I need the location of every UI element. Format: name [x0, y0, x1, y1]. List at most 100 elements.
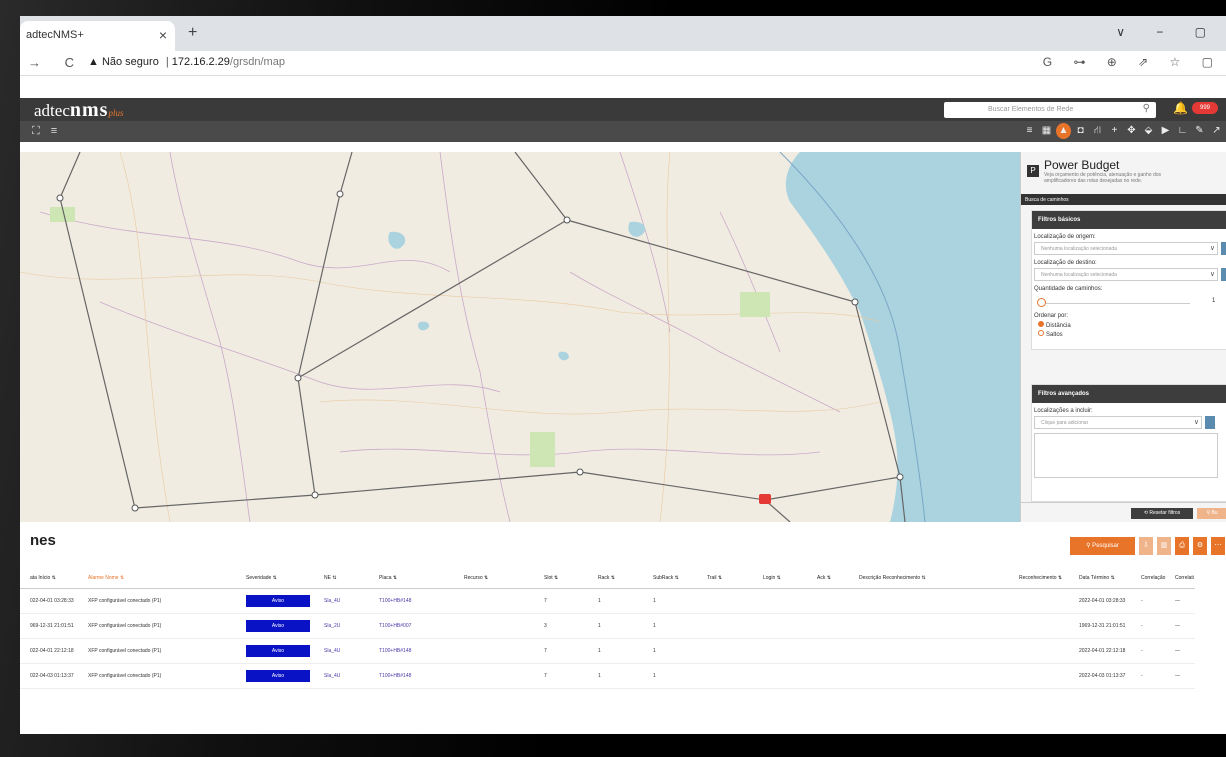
toolbar-button-1[interactable]: ▦: [1039, 123, 1054, 139]
route-nodes[interactable]: [56, 190, 904, 512]
toolbar-button-3[interactable]: ◘: [1073, 123, 1088, 139]
toolbar-button-10[interactable]: ✎: [1192, 123, 1207, 139]
reservoirs: [388, 221, 646, 361]
toolbar-button-8[interactable]: ▶: [1158, 123, 1173, 139]
table-cell-link[interactable]: Sla_2U: [324, 613, 379, 639]
panel-footer: ⟲ Resetar filtros ⚲ Bu: [1021, 502, 1226, 522]
table-cell-link[interactable]: Sla_4U: [324, 663, 379, 689]
table-cell: 022-04-01 03:28:33: [20, 588, 88, 614]
radio-unselected[interactable]: [1038, 330, 1044, 336]
alarms-search-button[interactable]: ⚲ Pesquisar: [1070, 537, 1135, 555]
include-select[interactable]: Clique para adicionar ∨: [1034, 416, 1215, 429]
print-icon[interactable]: ⎙: [1175, 537, 1189, 555]
alarm-badge[interactable]: 999: [1192, 102, 1218, 114]
toolbar-button-9[interactable]: ∟: [1175, 123, 1190, 139]
close-icon[interactable]: ×: [159, 27, 167, 43]
tab-title: adtecNMS+: [26, 29, 84, 41]
include-list-button[interactable]: [1205, 416, 1215, 429]
radio-selected[interactable]: [1038, 321, 1044, 327]
column-header[interactable]: Rack ⇅: [598, 568, 653, 589]
table-cell: 3: [544, 613, 598, 639]
destination-select[interactable]: Nenhuma localização selecionada ∨: [1034, 268, 1226, 281]
table-cell: —: [1175, 638, 1195, 664]
order-option-hops[interactable]: Saltos: [1038, 330, 1226, 339]
origin-select[interactable]: Nenhuma localização selecionada ∨: [1034, 242, 1226, 255]
table-cell-link[interactable]: Sla_4U: [324, 588, 379, 614]
dest-map-button[interactable]: [1221, 268, 1226, 281]
columns-icon[interactable]: ▥: [1157, 537, 1171, 555]
bell-icon[interactable]: 🔔: [1173, 101, 1188, 115]
url-field[interactable]: ▲ Não seguro | 172.16.2.29/grsdn/map: [88, 56, 285, 68]
network-element-search[interactable]: Buscar Elementos de Rede ⚲: [944, 102, 1156, 118]
included-locations-list[interactable]: [1034, 433, 1218, 478]
column-header[interactable]: Descrição Reconhecimento ⇅: [859, 568, 1019, 589]
column-header[interactable]: Alarme Nome ⇅: [88, 568, 246, 589]
toolbar-button-6[interactable]: ✥: [1124, 123, 1139, 139]
column-header[interactable]: Ack ⇅: [817, 568, 859, 589]
toolbar-button-0[interactable]: ≡: [1022, 123, 1037, 139]
column-header[interactable]: NE ⇅: [324, 568, 379, 589]
slider-knob[interactable]: [1037, 298, 1046, 307]
column-header[interactable]: Recurso ⇅: [464, 568, 544, 589]
column-header[interactable]: Correlati: [1175, 568, 1195, 589]
browser-toolbar-icons[interactable]: G ⊶ ⊕ ⇗ ☆ ▢: [1043, 55, 1222, 69]
table-cell-link[interactable]: T100+HB#148: [379, 638, 464, 664]
map-svg[interactable]: [20, 152, 1020, 522]
table-cell: XFP configurável conectado (P1): [88, 613, 246, 639]
new-tab-icon[interactable]: +: [188, 24, 197, 42]
origin-placeholder: Nenhuma localização selecionada: [1041, 246, 1117, 252]
column-header[interactable]: Placa ⇅: [379, 568, 464, 589]
column-header[interactable]: Trail ⇅: [707, 568, 763, 589]
column-header[interactable]: Login ⇅: [763, 568, 817, 589]
alarms-table-header: ata Início ⇅ Alarme Nome ⇅ Severidade ⇅ NE …: [20, 568, 1195, 589]
window-controls[interactable]: ∨ − ▢: [1116, 25, 1220, 39]
table-cell: -: [1141, 588, 1175, 614]
table-cell-link[interactable]: T100+HB#148: [379, 588, 464, 614]
toolbar-button-11[interactable]: ↗: [1209, 123, 1224, 139]
toolbar-button-7[interactable]: ⬙: [1141, 123, 1156, 139]
table-cell: 1: [598, 588, 653, 614]
power-budget-panel: P Power Budget Veja orçamento de potênci…: [1020, 152, 1226, 522]
section-path-search[interactable]: Busca de caminhos: [1021, 194, 1226, 205]
column-header[interactable]: Correlação: [1141, 568, 1175, 589]
table-row[interactable]: 022-04-01 22:12:18 XFP configurável conec…: [20, 638, 1195, 664]
table-cell: [1019, 638, 1079, 664]
search-icon[interactable]: ⚲: [1143, 103, 1150, 114]
alarm-node-icon[interactable]: [759, 494, 771, 504]
table-row[interactable]: 022-04-01 03:28:33 XFP configurável conec…: [20, 588, 1195, 614]
origin-map-button[interactable]: [1221, 242, 1226, 255]
settings-icon[interactable]: ⚙: [1193, 537, 1207, 555]
toolbar-button-5[interactable]: +: [1107, 123, 1122, 139]
fiber-routes[interactable]: [59, 152, 906, 522]
basic-filters-title[interactable]: Filtros básicos: [1032, 211, 1226, 229]
browser-tab[interactable]: adtecNMS+ ×: [20, 21, 175, 51]
column-header[interactable]: Reconhecimento ⇅: [1019, 568, 1079, 589]
network-map[interactable]: [20, 152, 1020, 522]
nav-buttons[interactable]: → C: [28, 55, 84, 70]
advanced-filters-title[interactable]: Filtros avançados: [1032, 385, 1226, 403]
order-option-distance[interactable]: Distância: [1038, 321, 1226, 330]
paths-slider[interactable]: [1037, 296, 1190, 307]
chevron-down-icon[interactable]: ∨: [1194, 418, 1199, 426]
table-cell-link[interactable]: T100+HB#148: [379, 663, 464, 689]
column-header[interactable]: Slot ⇅: [544, 568, 598, 589]
toolbar-left-icons[interactable]: ⛶ ≡: [32, 125, 61, 138]
security-warning[interactable]: ▲ Não seguro: [88, 56, 159, 68]
column-header[interactable]: Data Término ⇅: [1079, 568, 1141, 589]
table-cell-link[interactable]: T100+HB#007: [379, 613, 464, 639]
column-header[interactable]: SubRack ⇅: [653, 568, 707, 589]
chevron-down-icon[interactable]: ∨: [1210, 270, 1215, 278]
panel-search-button[interactable]: ⚲ Bu: [1197, 508, 1226, 519]
chevron-down-icon[interactable]: ∨: [1210, 244, 1215, 252]
column-header[interactable]: Severidade ⇅: [246, 568, 324, 589]
export-icon[interactable]: ⇩: [1139, 537, 1153, 555]
table-cell-link[interactable]: Sla_4U: [324, 638, 379, 664]
toolbar-button-4[interactable]: ⛙: [1090, 123, 1105, 139]
table-row[interactable]: 969-12-31 21:01:51 XFP configurável conec…: [20, 613, 1195, 639]
column-header[interactable]: ata Início ⇅: [20, 568, 88, 589]
more-icon[interactable]: ⋯: [1211, 537, 1225, 555]
reset-filters-button[interactable]: ⟲ Resetar filtros: [1131, 508, 1193, 519]
table-row[interactable]: 022-04-03 01:13:37 XFP configurável conec…: [20, 663, 1195, 689]
table-cell: [464, 638, 544, 664]
toolbar-button-2[interactable]: ▲: [1056, 123, 1071, 139]
